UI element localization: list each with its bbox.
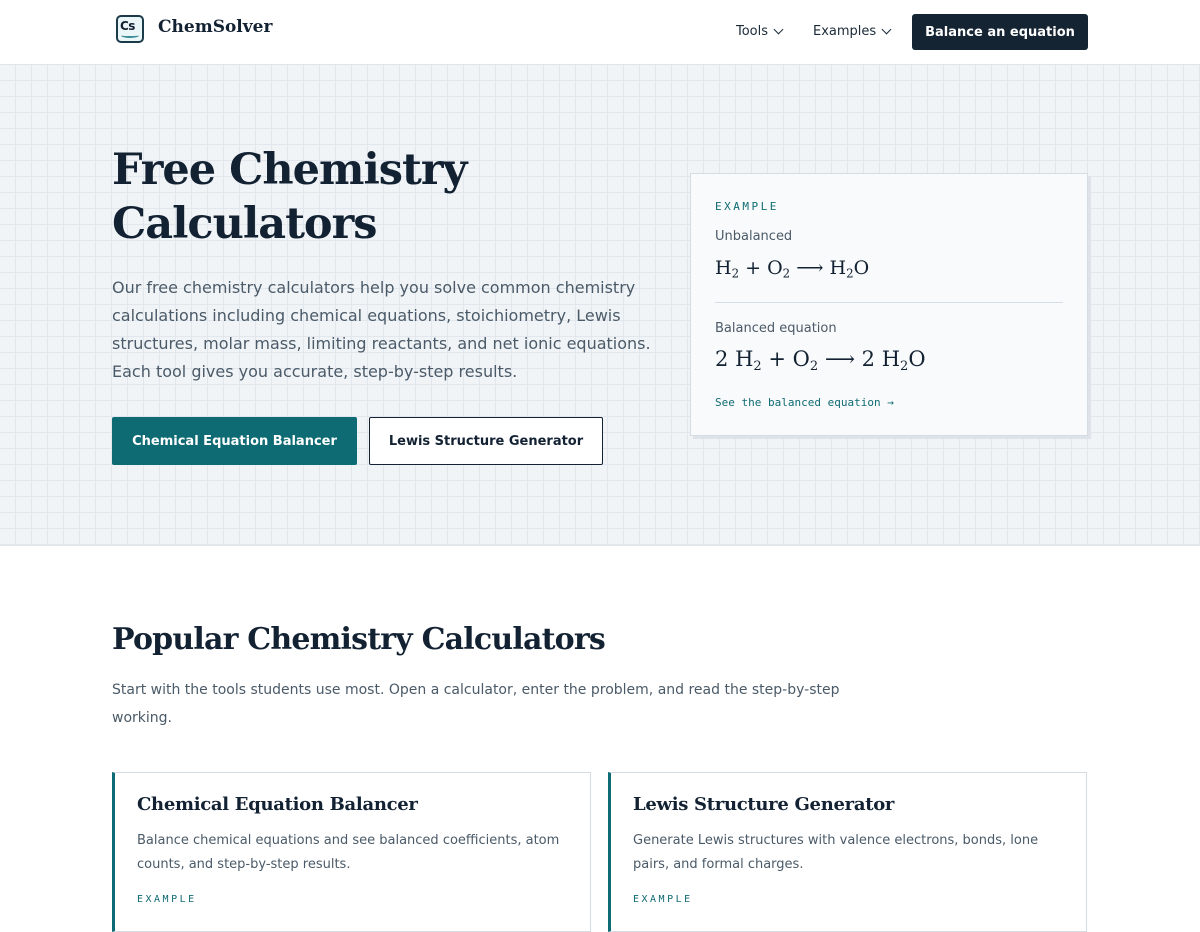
tool-card-title: Chemical Equation Balancer <box>137 794 418 815</box>
periodic-element-icon: Cs <box>116 15 144 43</box>
example-eyebrow: EXAMPLE <box>715 200 779 213</box>
eq-term: H <box>829 257 847 279</box>
eq-term: O <box>792 347 810 371</box>
nav-examples-menu[interactable]: Examples <box>813 24 892 39</box>
example-divider <box>715 302 1063 303</box>
eq-term: O <box>908 347 926 371</box>
eq-term: O <box>767 257 783 279</box>
tool-card-lewis-structure[interactable]: Lewis Structure Generator Generate Lewis… <box>608 772 1087 932</box>
chevron-down-icon <box>773 24 784 35</box>
balance-equation-button[interactable]: Balance an equation <box>912 14 1088 50</box>
unbalanced-equation: H2 + O2 ⟶ H2O <box>715 257 869 281</box>
eq-operator: + <box>745 257 762 279</box>
top-navigation: Cs ChemSolver Tools Examples Balance an … <box>0 0 1200 65</box>
balanced-equation: 2 H2 + O2 ⟶ 2 H2O <box>715 347 926 374</box>
eq-subscript: 2 <box>782 266 791 281</box>
eq-subscript: 2 <box>809 358 819 374</box>
example-card: EXAMPLE Unbalanced H2 + O2 ⟶ H2O Balance… <box>690 173 1088 436</box>
lewis-structure-generator-button[interactable]: Lewis Structure Generator <box>369 417 603 465</box>
logo-mark-text: Cs <box>120 19 135 33</box>
tool-card-title: Lewis Structure Generator <box>633 794 895 815</box>
balanced-label: Balanced equation <box>715 321 837 336</box>
unbalanced-label: Unbalanced <box>715 229 793 244</box>
chevron-down-icon <box>881 24 892 35</box>
chemical-equation-balancer-button[interactable]: Chemical Equation Balancer <box>112 417 357 465</box>
eq-term: H <box>735 347 754 371</box>
eq-coefficient: 2 <box>715 347 729 371</box>
nav-tools-menu[interactable]: Tools <box>736 24 784 39</box>
reaction-arrow-icon: ⟶ <box>824 347 855 371</box>
nav-tools-label: Tools <box>736 24 769 39</box>
brand-name: ChemSolver <box>158 17 273 37</box>
eq-term: H <box>881 347 901 371</box>
hero-title: Free Chemistry Calculators <box>112 145 468 249</box>
tool-card-equation-balancer[interactable]: Chemical Equation Balancer Balance chemi… <box>112 772 591 932</box>
popular-section-title: Popular Chemistry Calculators <box>112 622 606 657</box>
eq-subscript: 2 <box>846 266 854 281</box>
eq-subscript: 2 <box>731 266 740 281</box>
logo-wave-decoration <box>121 33 139 38</box>
tool-card-description: Balance chemical equations and see balan… <box>137 833 560 872</box>
eq-subscript: 2 <box>753 358 762 374</box>
nav-examples-label: Examples <box>813 24 877 39</box>
tool-card-description: Generate Lewis structures with valence e… <box>633 833 1039 872</box>
see-balanced-equation-link[interactable]: See the balanced equation → <box>715 396 894 409</box>
reaction-arrow-icon: ⟶ <box>796 257 824 279</box>
hero-description: Our free chemistry calculators help you … <box>112 278 651 381</box>
hero-section: Free Chemistry Calculators Our free chem… <box>0 65 1200 546</box>
brand-logo-link[interactable]: Cs ChemSolver <box>116 15 272 43</box>
eq-term: H <box>715 257 732 279</box>
eq-operator: + <box>768 347 786 371</box>
eq-term: O <box>853 257 870 279</box>
eq-coefficient: 2 <box>861 347 876 371</box>
popular-section-description: Start with the tools students use most. … <box>112 682 840 726</box>
